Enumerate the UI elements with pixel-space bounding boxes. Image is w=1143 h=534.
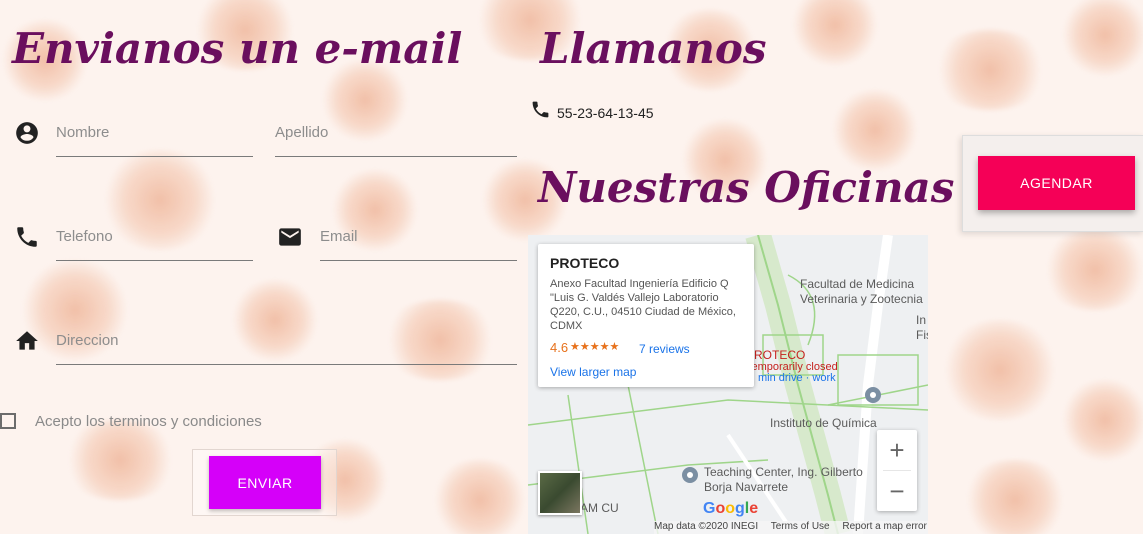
phone-icon (17, 227, 37, 247)
phone-number[interactable]: 55-23-64-13-45 (557, 105, 654, 121)
place-address: Anexo Facultad Ingeniería Edificio Q "Lu… (550, 278, 736, 332)
place-info-card: PROTECO Anexo Facultad Ingeniería Edific… (538, 244, 754, 387)
agendar-container: AGENDAR (962, 135, 1143, 232)
place-rating: 4.6 (550, 340, 569, 355)
agendar-button[interactable]: AGENDAR (978, 156, 1135, 210)
place-name: PROTECO (550, 255, 620, 271)
telefono-label: Telefono (56, 228, 113, 245)
phone-line: 55-23-64-13-45 (530, 97, 654, 121)
email-field[interactable]: Email (320, 228, 517, 262)
phone-icon (532, 101, 549, 117)
direccion-field[interactable]: Direccion (56, 332, 517, 366)
map-label-quimica: Instituto de Química (770, 416, 877, 430)
satellite-toggle[interactable] (538, 471, 582, 515)
home-icon (16, 331, 38, 350)
send-button-container: ENVIAR (192, 449, 337, 516)
map-report-link[interactable]: Report a map error (842, 521, 926, 532)
zoom-in-button[interactable]: + (877, 430, 917, 470)
email-section-title: Envianos un e-mail (12, 24, 463, 73)
offices-section-title: Nuestras Oficinas (538, 163, 955, 212)
nombre-label: Nombre (56, 124, 110, 141)
zoom-controls: + − (877, 430, 917, 511)
map-footer: Map data ©2020 INEGI Terms of Use Report… (654, 521, 928, 534)
map-label-drive: min drive · work (758, 372, 836, 384)
map-label-facultad: Facultad de Medicina Veterinaria y Zoote… (800, 277, 923, 306)
terms-label: Acepto los terminos y condiciones (35, 413, 262, 430)
map-label-amcu: AM CU (580, 501, 619, 515)
direccion-label: Direccion (56, 332, 119, 349)
send-button[interactable]: ENVIAR (209, 456, 321, 509)
call-section-title: Llamanos (540, 24, 767, 73)
apellido-label: Apellido (275, 124, 329, 141)
map-data-credit: Map data ©2020 INEGI (654, 521, 759, 532)
email-label: Email (320, 228, 358, 245)
mail-icon (279, 228, 301, 246)
account-circle-icon (16, 122, 38, 144)
telefono-field[interactable]: Telefono (56, 228, 253, 262)
nombre-field[interactable]: Nombre (56, 124, 253, 158)
google-logo: Google (703, 500, 759, 517)
terms-checkbox[interactable] (0, 413, 16, 429)
zoom-out-button[interactable]: − (877, 471, 917, 511)
reviews-link[interactable]: 7 reviews (639, 342, 690, 356)
apellido-field[interactable]: Apellido (275, 124, 517, 158)
map-label-teaching: Teaching Center, Ing. Gilberto Borja Nav… (704, 465, 863, 494)
rating-stars-icon: ★★★★★ (570, 341, 620, 353)
view-larger-map-link[interactable]: View larger map (550, 365, 636, 379)
map-terms-link[interactable]: Terms of Use (771, 521, 830, 532)
map-label-in: In Fis (916, 313, 928, 342)
google-map[interactable]: Facultad de Medicina Veterinaria y Zoote… (528, 235, 928, 534)
